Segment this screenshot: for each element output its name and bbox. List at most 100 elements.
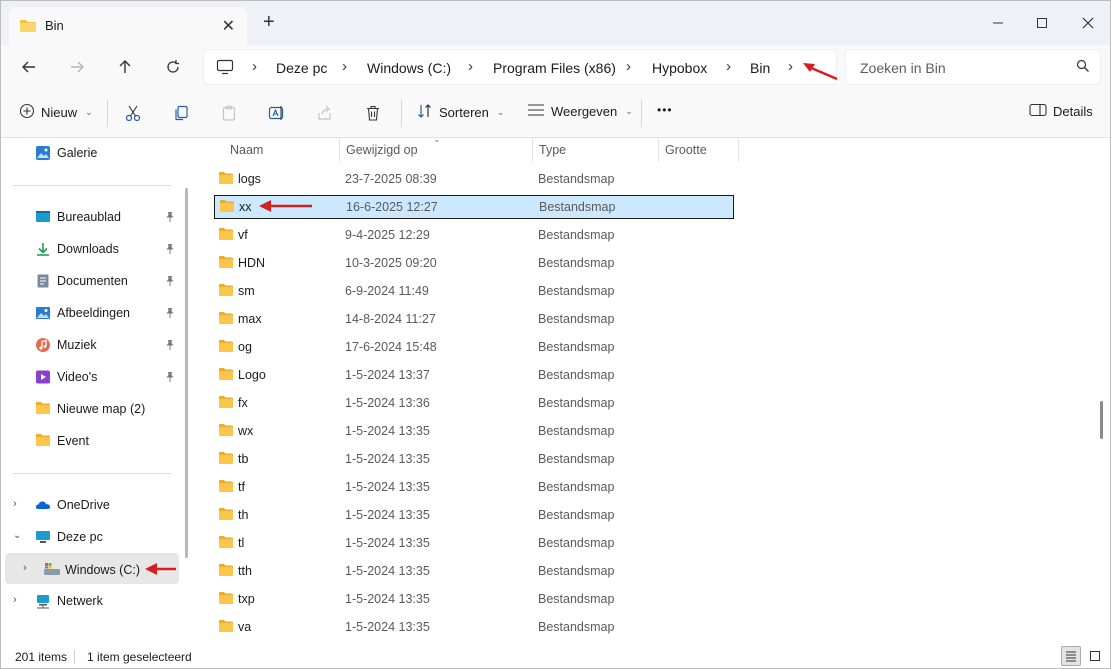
table-row[interactable]: fx 1-5-2024 13:36 Bestandsmap (214, 391, 734, 415)
table-row[interactable]: th 1-5-2024 13:35 Bestandsmap (214, 503, 734, 527)
file-modified: 1-5-2024 13:35 (345, 592, 430, 606)
nav-item-video-s[interactable]: Video's (1, 364, 179, 390)
nav-item-gallery[interactable]: Galerie (1, 140, 179, 166)
tab-close-button[interactable]: ✕ (222, 16, 235, 36)
nav-item-muziek[interactable]: Muziek (1, 332, 179, 358)
copy-button[interactable] (171, 103, 191, 123)
address-bar[interactable]: › Deze pc › Windows (C:) › Program Files… (203, 49, 837, 85)
breadcrumb-drive-c[interactable]: Windows (C:) (367, 60, 451, 76)
sort-label: Sorteren (439, 105, 489, 120)
nav-item-downloads[interactable]: Downloads (1, 236, 179, 262)
more-options-button[interactable]: ••• (657, 103, 673, 117)
paste-button[interactable] (219, 103, 239, 123)
nav-item-nieuwe-map-2[interactable]: Nieuwe map (2) (1, 396, 179, 422)
column-modified[interactable]: Gewijzigd op (346, 143, 418, 157)
cut-button[interactable] (123, 103, 143, 123)
chevron-right-icon[interactable]: › (788, 58, 793, 75)
column-divider[interactable] (738, 138, 739, 162)
chevron-right-icon[interactable]: › (13, 594, 17, 606)
table-row[interactable]: Logo 1-5-2024 13:37 Bestandsmap (214, 363, 734, 387)
column-divider[interactable] (339, 138, 340, 162)
chevron-right-icon[interactable]: › (13, 498, 17, 510)
file-type: Bestandsmap (538, 536, 615, 550)
search-input[interactable]: Zoeken in Bin (845, 49, 1101, 85)
column-divider[interactable] (532, 138, 533, 162)
file-name: wx (238, 424, 254, 438)
close-window-button[interactable] (1074, 9, 1102, 37)
column-size[interactable]: Grootte (665, 143, 707, 157)
table-row[interactable]: txp 1-5-2024 13:35 Bestandsmap (214, 587, 734, 611)
table-row[interactable]: max 14-8-2024 11:27 Bestandsmap (214, 307, 734, 331)
music-icon (35, 337, 51, 353)
table-row[interactable]: HDN 10-3-2025 09:20 Bestandsmap (214, 251, 734, 275)
pin-icon[interactable] (165, 307, 175, 322)
column-name[interactable]: Naam (230, 143, 263, 157)
nav-label: Muziek (57, 338, 97, 352)
back-button[interactable] (15, 53, 43, 81)
forward-button[interactable] (63, 53, 91, 81)
nav-item-afbeeldingen[interactable]: Afbeeldingen (1, 300, 179, 326)
file-name: sm (238, 284, 255, 298)
nav-item-network[interactable]: › Netwerk (1, 588, 179, 614)
pin-icon[interactable] (165, 371, 175, 386)
file-name: tl (238, 536, 245, 550)
maximize-button[interactable] (1028, 9, 1056, 37)
file-modified: 17-6-2024 15:48 (345, 340, 437, 354)
table-row[interactable]: tb 1-5-2024 13:35 Bestandsmap (214, 447, 734, 471)
delete-button[interactable] (363, 103, 383, 123)
nav-item-bureaublad[interactable]: Bureaublad (1, 204, 179, 230)
file-type: Bestandsmap (538, 312, 615, 326)
table-row[interactable]: va 1-5-2024 13:35 Bestandsmap (214, 615, 734, 639)
up-button[interactable] (111, 53, 139, 81)
file-modified: 9-4-2025 12:29 (345, 228, 430, 242)
pin-icon[interactable] (165, 339, 175, 354)
pin-icon[interactable] (165, 243, 175, 258)
table-row[interactable]: tl 1-5-2024 13:35 Bestandsmap (214, 531, 734, 555)
new-tab-button[interactable]: + (263, 12, 275, 32)
table-row[interactable]: tth 1-5-2024 13:35 Bestandsmap (214, 559, 734, 583)
status-bar: 201 items 1 item geselecteerd (1, 644, 1110, 668)
details-pane-button[interactable]: Details (1029, 103, 1093, 120)
minimize-button[interactable] (984, 9, 1012, 37)
nav-scrollbar[interactable] (185, 188, 188, 558)
table-row[interactable]: logs 23-7-2025 08:39 Bestandsmap (214, 167, 734, 191)
nav-item-event[interactable]: Event (1, 428, 179, 454)
file-name: tf (238, 480, 245, 494)
pin-icon[interactable] (165, 275, 175, 290)
table-row[interactable]: vf 9-4-2025 12:29 Bestandsmap (214, 223, 734, 247)
table-row[interactable]: wx 1-5-2024 13:35 Bestandsmap (214, 419, 734, 443)
details-view-button[interactable] (1061, 646, 1081, 666)
column-type[interactable]: Type (539, 143, 566, 157)
vertical-scrollbar-thumb[interactable] (1100, 401, 1103, 439)
column-divider[interactable] (658, 138, 659, 162)
pin-icon[interactable] (165, 211, 175, 226)
tiles-view-button[interactable] (1085, 646, 1105, 666)
table-row[interactable]: sm 6-9-2024 11:49 Bestandsmap (214, 279, 734, 303)
file-modified: 6-9-2024 11:49 (345, 284, 429, 298)
table-row[interactable]: og 17-6-2024 15:48 Bestandsmap (214, 335, 734, 359)
new-button[interactable]: Nieuw ⌄ (19, 103, 93, 122)
breadcrumb-hypobox[interactable]: Hypobox (652, 60, 707, 76)
tab-bin[interactable]: Bin ✕ (9, 7, 247, 45)
share-button[interactable] (315, 103, 335, 123)
file-type: Bestandsmap (538, 284, 615, 298)
file-name: tth (238, 564, 252, 578)
chevron-down-icon[interactable]: ⌄ (13, 530, 21, 541)
nav-divider (13, 185, 171, 186)
sort-button[interactable]: Sorteren ⌄ (417, 103, 504, 122)
chevron-right-icon: › (726, 58, 731, 75)
breadcrumb-bin[interactable]: Bin (750, 60, 770, 76)
nav-item-onedrive[interactable]: › OneDrive (1, 492, 179, 518)
breadcrumb-program-files[interactable]: Program Files (x86) (493, 60, 616, 76)
nav-item-documenten[interactable]: Documenten (1, 268, 179, 294)
chevron-right-icon[interactable]: › (23, 562, 27, 574)
table-row[interactable]: tf 1-5-2024 13:35 Bestandsmap (214, 475, 734, 499)
view-button[interactable]: Weergeven ⌄ (527, 103, 633, 120)
rename-button[interactable] (267, 103, 287, 123)
pictures-icon (35, 305, 51, 321)
nav-item-this-pc[interactable]: ⌄ Deze pc (1, 524, 179, 550)
refresh-button[interactable] (159, 53, 187, 81)
folder-icon (218, 591, 234, 608)
nav-label: OneDrive (57, 498, 110, 512)
breadcrumb-this-pc[interactable]: Deze pc (276, 60, 327, 76)
